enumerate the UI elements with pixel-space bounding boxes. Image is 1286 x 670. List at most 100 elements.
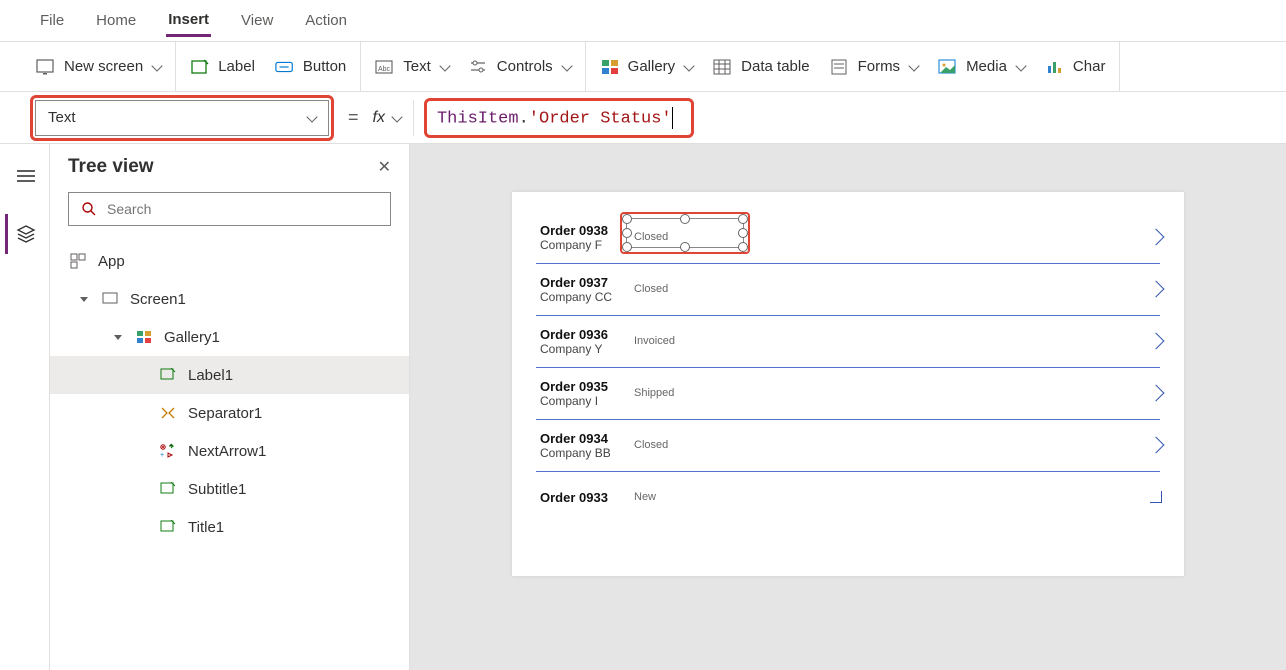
layers-icon	[16, 225, 36, 243]
menu-view[interactable]: View	[239, 6, 275, 35]
menu-action[interactable]: Action	[303, 6, 349, 35]
gallery-item-subtitle: Company I	[540, 394, 632, 408]
search-icon	[81, 201, 97, 217]
svg-text:+: +	[160, 452, 164, 459]
tree-node-subtitle1[interactable]: Subtitle1	[50, 470, 409, 508]
resize-handle[interactable]	[622, 214, 632, 224]
forms-icon	[830, 58, 850, 76]
gallery-icon	[134, 328, 154, 346]
selection-handles[interactable]	[626, 218, 744, 248]
tree-node-app[interactable]: App	[50, 242, 409, 280]
resize-handle[interactable]	[738, 228, 748, 238]
tree-node-nextarrow1[interactable]: + NextArrow1	[50, 432, 409, 470]
next-arrow-icon[interactable]	[1150, 334, 1162, 350]
tree-view-panel: Tree view ✕ App Screen1	[50, 144, 410, 670]
tree-node-label: App	[98, 253, 125, 270]
tree-node-label: Label1	[188, 367, 233, 384]
tree-node-label: Title1	[188, 519, 224, 536]
main: Tree view ✕ App Screen1	[0, 144, 1286, 670]
gallery-icon	[600, 58, 620, 76]
formula-highlight: ThisItem.'Order Status'	[424, 98, 694, 138]
gallery-item[interactable]: Order 0935Company IShipped	[512, 368, 1184, 420]
gallery-item-status: Invoiced	[634, 335, 675, 347]
search-field[interactable]	[107, 201, 378, 217]
fx-button[interactable]: fx	[373, 100, 414, 136]
forms-dropdown[interactable]: Forms	[830, 58, 919, 76]
app-icon	[68, 252, 88, 270]
label-icon	[158, 366, 178, 384]
next-arrow-icon[interactable]	[1150, 490, 1162, 506]
resize-handle[interactable]	[680, 242, 690, 252]
media-label: Media	[966, 58, 1007, 75]
resize-handle[interactable]	[680, 214, 690, 224]
tree-node-screen1[interactable]: Screen1	[50, 280, 409, 318]
property-selector-value: Text	[48, 109, 76, 126]
tree-node-title1[interactable]: Title1	[50, 508, 409, 546]
chevron-down-icon	[1015, 60, 1026, 71]
nextarrow-icon: +	[158, 442, 178, 460]
next-arrow-icon[interactable]	[1150, 230, 1162, 246]
resize-handle[interactable]	[622, 228, 632, 238]
button-button[interactable]: Button	[275, 58, 346, 76]
hamburger-icon[interactable]	[5, 156, 45, 196]
controls-icon	[469, 58, 489, 76]
close-icon[interactable]: ✕	[378, 157, 391, 177]
tree-node-separator1[interactable]: Separator1	[50, 394, 409, 432]
gallery-dropdown[interactable]: Gallery	[600, 58, 694, 76]
menu-insert[interactable]: Insert	[166, 5, 211, 37]
tree-node-label1[interactable]: Label1	[50, 356, 409, 394]
label-button[interactable]: Label	[190, 58, 255, 76]
next-arrow-icon[interactable]	[1150, 386, 1162, 402]
gallery-item-title: Order 0934	[540, 431, 632, 446]
forms-label: Forms	[858, 58, 901, 75]
new-screen-button[interactable]: New screen	[36, 58, 161, 76]
gallery-item-status: Closed	[634, 439, 668, 451]
expand-icon[interactable]	[114, 335, 122, 340]
gallery-item[interactable]: Order 0938Company FClosed	[512, 212, 1184, 264]
label-icon	[158, 480, 178, 498]
tree-list: App Screen1 Gallery1 Label1	[50, 238, 409, 546]
chevron-down-icon	[439, 60, 450, 71]
gallery-item-title: Order 0936	[540, 327, 632, 342]
gallery-item-status: Closed	[634, 283, 668, 295]
gallery-item-subtitle: Company BB	[540, 446, 632, 460]
formula-input[interactable]: ThisItem.'Order Status'	[429, 103, 681, 133]
formula-token-value: 'Order Status'	[529, 109, 672, 128]
tree-node-gallery1[interactable]: Gallery1	[50, 318, 409, 356]
resize-handle[interactable]	[622, 242, 632, 252]
tree-view-tab[interactable]	[5, 214, 45, 254]
menu-file[interactable]: File	[38, 6, 66, 35]
left-rail	[0, 144, 50, 670]
tree-node-label: NextArrow1	[188, 443, 266, 460]
gallery-item[interactable]: Order 0937Company CCClosed	[512, 264, 1184, 316]
canvas[interactable]: Order 0938Company FClosedOrder 0937Compa…	[410, 144, 1286, 670]
text-dropdown[interactable]: Abc Text	[375, 58, 449, 76]
chart-dropdown[interactable]: Char	[1045, 58, 1106, 76]
gallery-item-title: Order 0938	[540, 223, 632, 238]
data-table-button[interactable]: Data table	[713, 58, 809, 76]
chart-label: Char	[1073, 58, 1106, 75]
menu-home[interactable]: Home	[94, 6, 138, 35]
app-screen[interactable]: Order 0938Company FClosedOrder 0937Compa…	[512, 192, 1184, 576]
next-arrow-icon[interactable]	[1150, 282, 1162, 298]
gallery-item[interactable]: Order 0933New	[512, 472, 1184, 524]
chart-icon	[1045, 58, 1065, 76]
resize-handle[interactable]	[738, 242, 748, 252]
resize-handle[interactable]	[738, 214, 748, 224]
expand-icon[interactable]	[80, 297, 88, 302]
gallery-control[interactable]: Order 0938Company FClosedOrder 0937Compa…	[512, 212, 1184, 524]
formula-bar: Text = fx ThisItem.'Order Status'	[0, 92, 1286, 144]
label-icon	[158, 518, 178, 536]
property-selector[interactable]: Text	[35, 100, 329, 136]
label-label: Label	[218, 58, 255, 75]
next-arrow-icon[interactable]	[1150, 438, 1162, 454]
gallery-item-subtitle: Company CC	[540, 290, 632, 304]
search-input[interactable]	[68, 192, 391, 226]
media-dropdown[interactable]: Media	[938, 58, 1025, 76]
chevron-down-icon	[684, 60, 695, 71]
gallery-item[interactable]: Order 0936Company YInvoiced	[512, 316, 1184, 368]
controls-dropdown[interactable]: Controls	[469, 58, 571, 76]
gallery-item[interactable]: Order 0934Company BBClosed	[512, 420, 1184, 472]
gallery-item-status: Shipped	[634, 387, 674, 399]
property-selector-highlight: Text	[30, 95, 334, 141]
